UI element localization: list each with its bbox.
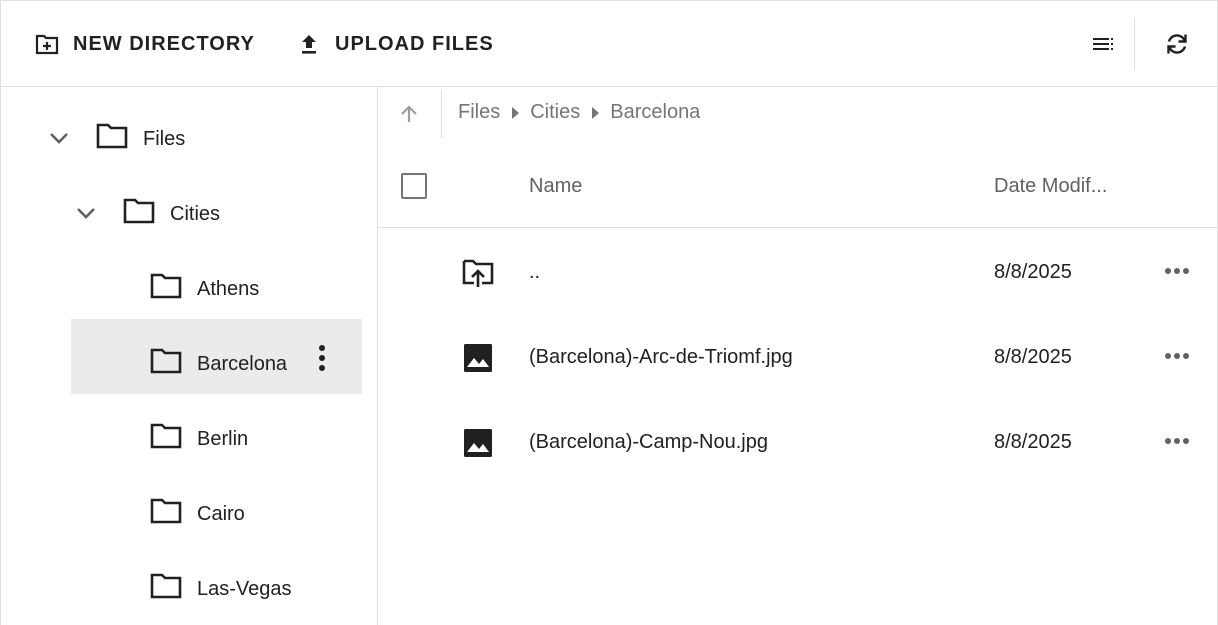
table-row[interactable]: .. 8/8/2025 bbox=[378, 229, 1218, 314]
column-header-date[interactable]: Date Modif... bbox=[994, 175, 1107, 198]
chevron-down-icon[interactable] bbox=[74, 201, 98, 225]
folder-icon bbox=[150, 573, 182, 599]
table-row[interactable]: (Barcelona)-Arc-de-Triomf.jpg 8/8/2025 bbox=[378, 314, 1218, 399]
select-all-checkbox[interactable] bbox=[401, 173, 427, 199]
tree-node-berlin[interactable]: Berlin bbox=[1, 401, 377, 476]
folder-icon bbox=[123, 198, 155, 224]
folder-icon bbox=[150, 273, 182, 299]
tree-node-label: Cairo bbox=[197, 503, 245, 525]
chevron-down-icon[interactable] bbox=[47, 126, 71, 150]
more-vertical-icon[interactable] bbox=[318, 345, 326, 371]
file-date: 8/8/2025 bbox=[994, 431, 1072, 453]
more-horizontal-icon[interactable] bbox=[1164, 267, 1190, 275]
tree-node-athens[interactable]: Athens bbox=[1, 251, 377, 326]
file-manager: NEW DIRECTORY UPLOAD FILES Files Cities … bbox=[0, 0, 1218, 625]
upload-icon bbox=[297, 32, 321, 56]
file-date: 8/8/2025 bbox=[994, 346, 1072, 368]
folder-icon bbox=[150, 498, 182, 524]
tree-node-label: Cities bbox=[170, 203, 221, 225]
upload-files-button[interactable]: UPLOAD FILES bbox=[297, 1, 494, 87]
breadcrumb-item[interactable]: Files bbox=[458, 101, 500, 124]
arrow-up-icon[interactable] bbox=[398, 103, 420, 125]
column-header-name[interactable]: Name bbox=[529, 175, 582, 198]
folder-icon bbox=[150, 423, 182, 449]
parent-folder-icon bbox=[462, 259, 494, 287]
file-name: (Barcelona)-Arc-de-Triomf.jpg bbox=[529, 346, 793, 368]
breadcrumb: Files Cities Barcelona bbox=[458, 101, 700, 124]
path-bar: Files Cities Barcelona bbox=[378, 87, 1218, 143]
upload-files-label: UPLOAD FILES bbox=[335, 32, 494, 55]
tree-node-cities[interactable]: Cities bbox=[1, 176, 377, 251]
toolbar: NEW DIRECTORY UPLOAD FILES bbox=[1, 1, 1218, 87]
path-divider bbox=[441, 90, 442, 138]
tree-node-cairo[interactable]: Cairo bbox=[1, 476, 377, 551]
list-view-icon[interactable] bbox=[1090, 30, 1118, 58]
image-icon bbox=[464, 429, 492, 457]
file-name: (Barcelona)-Camp-Nou.jpg bbox=[529, 431, 768, 453]
folder-icon bbox=[150, 348, 182, 374]
tree-node-las-vegas[interactable]: Las-Vegas bbox=[1, 551, 377, 625]
new-directory-button[interactable]: NEW DIRECTORY bbox=[35, 1, 255, 87]
file-date: 8/8/2025 bbox=[994, 261, 1072, 283]
tree-node-label: Files bbox=[143, 128, 186, 150]
folder-tree: Files Cities Athens Barcelona Berlin Cai… bbox=[1, 87, 378, 625]
tree-node-barcelona[interactable]: Barcelona bbox=[71, 319, 362, 394]
breadcrumb-item[interactable]: Cities bbox=[530, 101, 580, 124]
toolbar-divider bbox=[1134, 18, 1135, 70]
folder-icon bbox=[96, 123, 128, 149]
breadcrumb-item[interactable]: Barcelona bbox=[610, 101, 700, 124]
caret-right-icon bbox=[592, 106, 600, 119]
tree-node-files[interactable]: Files bbox=[1, 101, 377, 176]
tree-node-label: Barcelona bbox=[197, 353, 288, 375]
caret-right-icon bbox=[512, 106, 520, 119]
image-icon bbox=[464, 344, 492, 372]
more-horizontal-icon[interactable] bbox=[1164, 437, 1190, 445]
refresh-icon[interactable] bbox=[1163, 30, 1191, 58]
new-folder-icon bbox=[35, 32, 59, 56]
more-horizontal-icon[interactable] bbox=[1164, 352, 1190, 360]
file-list-panel: Files Cities Barcelona Name Date Modif..… bbox=[378, 87, 1218, 625]
tree-node-label: Berlin bbox=[197, 428, 249, 450]
file-name: .. bbox=[529, 261, 541, 283]
tree-node-label: Las-Vegas bbox=[197, 578, 292, 600]
tree-node-label: Athens bbox=[197, 278, 260, 300]
table-row[interactable]: (Barcelona)-Camp-Nou.jpg 8/8/2025 bbox=[378, 399, 1218, 484]
new-directory-label: NEW DIRECTORY bbox=[73, 32, 255, 55]
